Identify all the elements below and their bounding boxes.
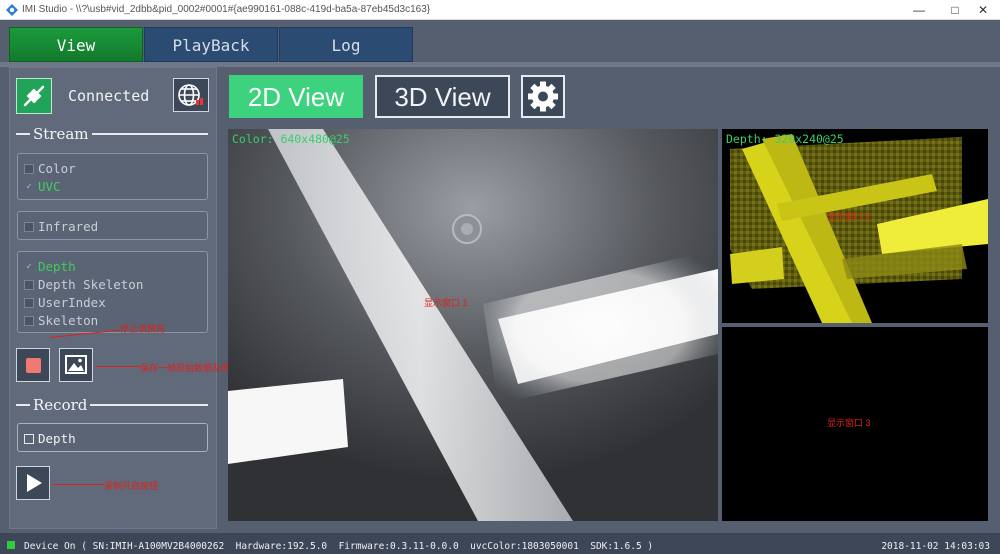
app-logo-icon — [6, 4, 18, 16]
window-3-caption: 显示窗口 3 — [827, 418, 871, 428]
connect-button[interactable] — [16, 78, 52, 114]
status-led-icon — [7, 541, 15, 549]
checkbox-box — [24, 221, 34, 232]
close-icon[interactable]: ✕ — [966, 0, 1000, 20]
play-icon — [27, 474, 42, 492]
color-stream-label: Color: 640x480@25 — [232, 132, 350, 146]
annotation-arrow-snapshot — [95, 366, 140, 367]
view-2d-button[interactable]: 2D View — [229, 75, 363, 118]
minimize-icon[interactable]: — — [902, 0, 936, 20]
device-status-text: Device On ( SN:IMIH-A100MV2B4000262 Hard… — [24, 541, 654, 552]
check-icon: ✓ — [26, 181, 32, 192]
tab-log[interactable]: Log — [279, 27, 413, 62]
stream-group-depth: ✓ Depth Depth Skeleton UserIndex Skeleton — [17, 251, 208, 333]
view-3d-button[interactable]: 3D View — [375, 75, 510, 118]
checkbox-label: Depth — [38, 259, 76, 274]
gear-icon — [528, 81, 558, 112]
settings-button[interactable] — [521, 75, 565, 118]
checkbox-box — [24, 163, 34, 174]
annotation-play: 录制开启按钮 — [104, 481, 159, 491]
checkbox-infrared[interactable]: Infrared — [24, 218, 98, 235]
checkbox-box — [24, 433, 34, 444]
record-play-button[interactable] — [16, 466, 50, 500]
checkbox-box — [24, 297, 34, 308]
checkbox-label: UserIndex — [38, 295, 106, 310]
stop-button[interactable] — [16, 348, 50, 382]
checkbox-record-depth[interactable]: Depth — [24, 430, 76, 447]
depth-stream-view: Depth: 320x240@25 显示窗口 2 — [722, 129, 988, 323]
checkbox-uvc[interactable]: ✓ UVC — [24, 178, 61, 195]
depth-stream-label: Depth: 320x240@25 — [726, 132, 844, 146]
checkbox-userindex[interactable]: UserIndex — [24, 294, 106, 311]
record-section-title: Record — [30, 396, 91, 414]
stream-group-color: Color ✓ UVC — [17, 153, 208, 200]
checkbox-depth-skeleton[interactable]: Depth Skeleton — [24, 276, 143, 293]
title-bar: IMI Studio - \\?\usb#vid_2dbb&pid_0002#0… — [0, 0, 1000, 20]
color-stream-view: Color: 640x480@25 显示窗口 1 — [228, 129, 718, 521]
checkbox-box — [24, 315, 34, 326]
checkbox-skeleton[interactable]: Skeleton — [24, 312, 98, 329]
checkbox-label: Depth — [38, 431, 76, 446]
annotation-arrow-play — [52, 484, 104, 485]
connection-status: Connected — [68, 87, 150, 105]
checkbox-label: Color — [38, 161, 76, 176]
status-bar: Device On ( SN:IMIH-A100MV2B4000262 Hard… — [0, 533, 1000, 554]
annotation-stop: 停止读预览 — [120, 324, 166, 334]
depth-frame-image — [722, 129, 988, 323]
network-button[interactable] — [173, 78, 209, 112]
image-icon — [65, 355, 87, 374]
record-depth-option[interactable]: Depth — [17, 423, 208, 452]
plug-icon — [23, 85, 45, 107]
stop-icon — [26, 358, 41, 373]
check-icon: ✓ — [26, 261, 32, 272]
snapshot-button[interactable] — [59, 348, 93, 382]
checkbox-label: Skeleton — [38, 313, 99, 328]
checkbox-label: UVC — [38, 179, 61, 194]
stream-group-infrared: Infrared — [17, 211, 208, 240]
window-title: IMI Studio - \\?\usb#vid_2dbb&pid_0002#0… — [22, 4, 431, 15]
checkbox-label: Depth Skeleton — [38, 277, 144, 292]
status-datetime: 2018-11-02 14:03:03 — [881, 541, 990, 552]
checkbox-color[interactable]: Color — [24, 160, 76, 177]
tab-view[interactable]: View — [9, 27, 143, 62]
color-frame-image — [228, 129, 718, 521]
checkbox-depth[interactable]: ✓ Depth — [24, 258, 76, 275]
checkbox-label: Infrared — [38, 219, 99, 234]
third-stream-view: 显示窗口 3 — [722, 327, 988, 521]
checkbox-box — [24, 279, 34, 290]
window-1-caption: 显示窗口 1 — [424, 298, 468, 308]
network-icon — [178, 84, 203, 106]
window-2-caption: 显示窗口 2 — [827, 212, 871, 222]
stream-section-title: Stream — [30, 125, 92, 143]
annotation-snapshot: 保存一帧原始数据及图片 — [140, 363, 240, 373]
tab-playback[interactable]: PlayBack — [144, 27, 278, 62]
